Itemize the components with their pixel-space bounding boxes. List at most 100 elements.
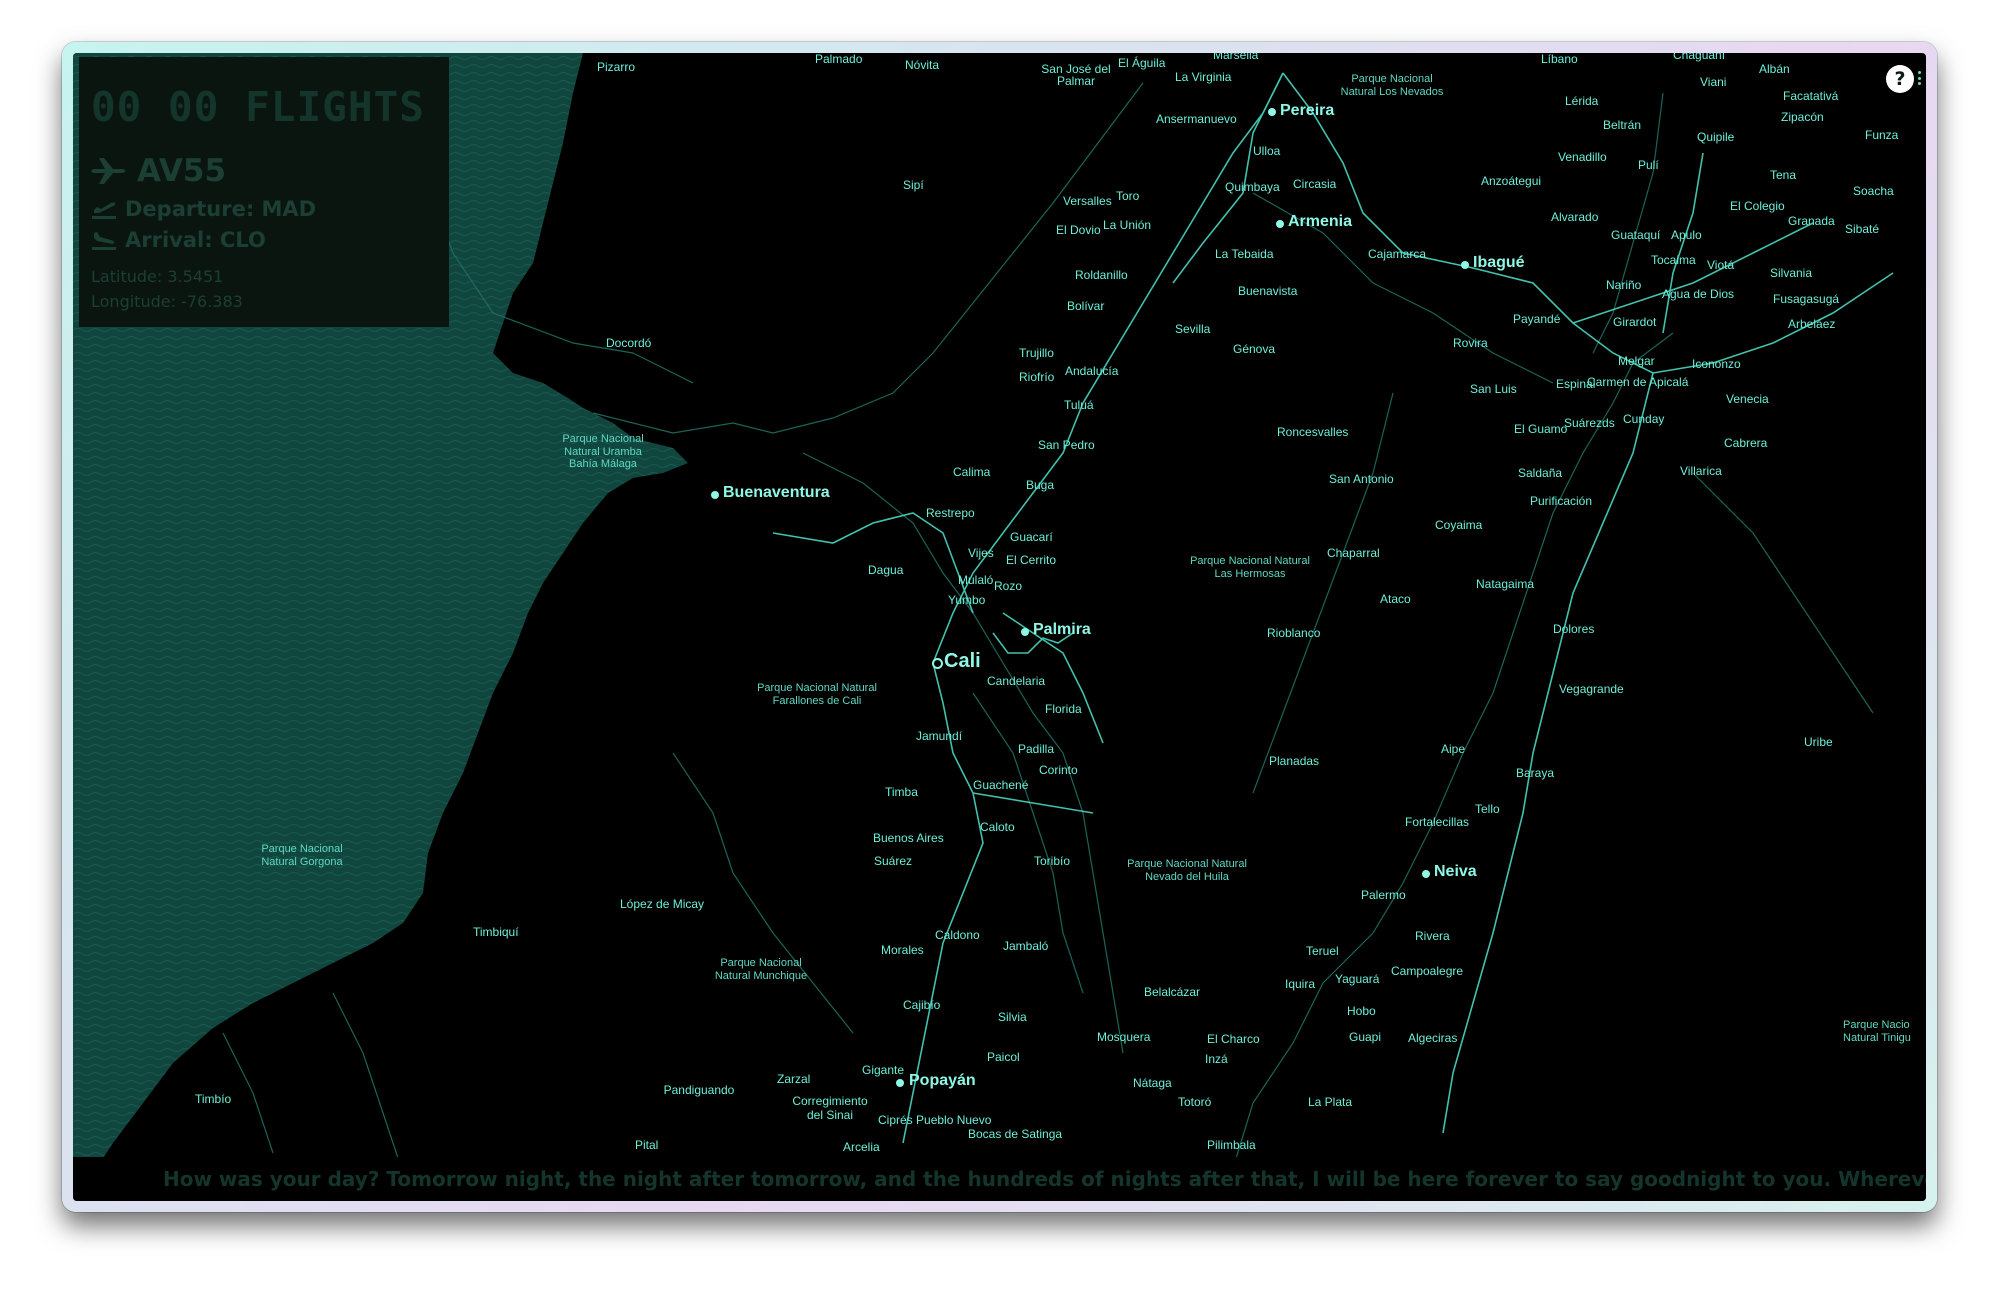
map-label-park: Parque Nacional Natural Uramba Bahía Mál… (562, 433, 644, 471)
map-label-town: Bocas de Satinga (968, 1127, 1063, 1141)
map-label-town: Agua de Dios (1662, 287, 1735, 301)
map-label-town: Toro (1116, 189, 1140, 203)
map-label-town: Riofrío (1019, 370, 1055, 384)
map-label-town: Cabrera (1724, 436, 1768, 450)
map-label-town: Guapi (1349, 1030, 1382, 1044)
map-label-town: San Antonio (1329, 472, 1394, 486)
map-label-town: Circasia (1293, 177, 1337, 191)
map-label-park: Parque Nacional Natural Nevado del Huila (1127, 858, 1247, 883)
map-label-town: Buga (1026, 478, 1055, 492)
more-options-icon[interactable] (1918, 71, 1922, 85)
map-label-town: Ansermanuevo (1156, 112, 1237, 126)
map-label-town: Lérida (1565, 94, 1599, 108)
map-label-town: Cunday (1623, 412, 1665, 426)
map-label-town: Dagua (868, 563, 904, 577)
map-label-town: Pulí (1638, 158, 1659, 172)
map-label-town: Purificación (1530, 494, 1593, 508)
map-label-town: Nátaga (1133, 1076, 1172, 1090)
map-label-town: Venadillo (1558, 150, 1607, 164)
map-label-park: Parque Nacional Natural Las Hermosas (1190, 555, 1310, 580)
map-label-town: San Pedro (1038, 438, 1095, 452)
map-label-town: Saldaña (1518, 466, 1563, 480)
map-label-town: Pital (635, 1138, 659, 1152)
map-label-town: Tuluá (1064, 398, 1094, 412)
map-label-park: Parque Nacional Natural Munchique (714, 957, 808, 982)
map-label-town: Caldono (935, 928, 980, 942)
map-label-town: Facatativá (1783, 89, 1839, 103)
map-label-town: Fortalecillas (1405, 815, 1470, 829)
map-label-town: Corinto (1039, 763, 1078, 777)
map-label-town: La Unión (1103, 218, 1152, 232)
map-label-town: El Águila (1118, 56, 1166, 70)
map-label-town: Suárezds (1564, 416, 1615, 430)
map-label-town: Buenavista (1238, 284, 1298, 298)
message-ticker: How was your day? Tomorrow night, the ni… (73, 1157, 1926, 1201)
map-label-town: Icononzo (1692, 357, 1741, 371)
arrival-label: Arrival: CLO (125, 228, 266, 252)
map-label-town: Marsella (1213, 53, 1259, 62)
map-label-town: Anzoátegui (1481, 174, 1542, 188)
map-label-town: Soacha (1853, 184, 1894, 198)
map-label-town: La Virginia (1175, 70, 1232, 84)
map-label-town: Viotá (1707, 258, 1735, 272)
map-label-town: Silvia (998, 1010, 1027, 1024)
map-label-town: Jamundí (916, 729, 963, 743)
map-label-town: Belalcázar (1144, 985, 1201, 999)
map-label-town: Rioblanco (1267, 626, 1321, 640)
map-label-town: López de Micay (620, 897, 705, 911)
map-label-town: Algeciras (1408, 1031, 1458, 1045)
map-label-town: Silvania (1770, 266, 1813, 280)
ibague-marker (1461, 261, 1469, 269)
map-label-town: Andalucía (1065, 364, 1119, 378)
map-label-town: Villarica (1680, 464, 1722, 478)
map-label-town: Palmado (815, 53, 863, 66)
buenaventura-marker (711, 491, 719, 499)
map-label-town: Quipile (1697, 130, 1735, 144)
map-label-pereira: Pereira (1280, 102, 1335, 119)
help-button[interactable]: ? (1886, 65, 1914, 93)
arrival-row: Arrival: CLO (91, 228, 266, 252)
map-label-town: Girardot (1613, 315, 1657, 329)
map-label-town: Florida (1045, 702, 1082, 716)
map-label-town: Chaguaní (1673, 53, 1726, 62)
map-label-town: Jambaló (1003, 939, 1049, 953)
map-label-town: Corregimiento del Sinai (792, 1094, 868, 1123)
map-label-town: Quimbaya (1225, 180, 1280, 194)
latitude-readout: Latitude: 3.5451 (91, 267, 224, 286)
map-label-town: Cajibío (903, 998, 941, 1012)
flight-number: AV55 (137, 153, 227, 189)
map-label-town: Yaguará (1335, 972, 1380, 986)
map-label-town: El Cerrito (1006, 553, 1057, 567)
map-label-town: Ataco (1380, 592, 1411, 606)
map-label-town: Sibaté (1845, 222, 1880, 236)
map-label-town: Docordó (606, 336, 652, 350)
map-label-town: Beltrán (1603, 118, 1642, 132)
map-label-armenia: Armenia (1288, 213, 1353, 230)
map-label-town: Rivera (1415, 929, 1450, 943)
map-label-park: Parque Nacional Natural Los Nevados (1340, 73, 1444, 98)
map-label-town: Vijes (968, 546, 994, 560)
map-label-town: Teruel (1306, 944, 1339, 958)
map-label-town: Tena (1770, 168, 1797, 182)
map-label-town: Timba (885, 785, 918, 799)
map-label-town: Fusagasugá (1773, 292, 1840, 306)
flight-code: AV55 (91, 151, 226, 191)
map-label-town: Timbiquí (473, 925, 519, 939)
map-label-town: Candelaria (987, 674, 1046, 688)
map-label-town: Sipí (903, 178, 924, 192)
map-label-town: Vegagrande (1559, 682, 1624, 696)
map-label-town: Aipe (1441, 742, 1466, 756)
map-label-cali: Cali (944, 650, 981, 672)
map-label-town: Uribe (1804, 735, 1833, 749)
flight-info-panel: 00 00 FLIGHTS AV55 Departure: MAD Arriva… (79, 57, 449, 327)
app-window: Pereira Armenia Ibagué Buenaventura Palm… (62, 42, 1937, 1212)
map-label-town: Hobo (1347, 1004, 1376, 1018)
departure-label: Departure: MAD (125, 197, 317, 221)
map-label-town: Nóvita (905, 58, 940, 72)
map-label-town: Pizarro (597, 60, 636, 74)
map-label-town: Paicol (987, 1050, 1020, 1064)
flight-map[interactable]: Pereira Armenia Ibagué Buenaventura Palm… (73, 53, 1926, 1201)
map-label-town: Tocaima (1651, 253, 1696, 267)
map-label-town: Rozo (994, 579, 1023, 593)
map-label-town: La Tebaida (1215, 247, 1274, 261)
